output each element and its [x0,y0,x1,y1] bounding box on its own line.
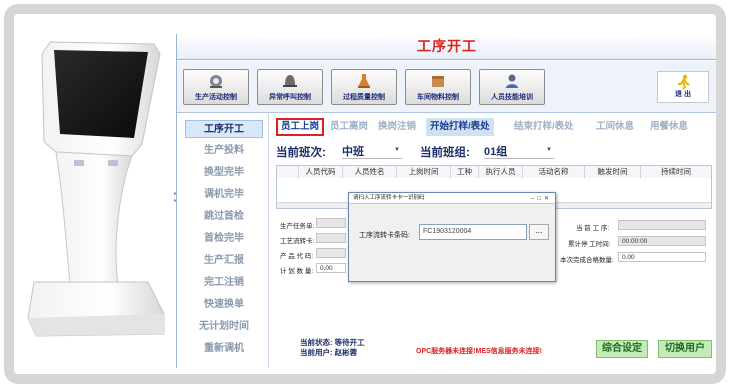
kiosk-terminal-image [27,41,165,337]
group-select[interactable]: 01组 ▼ [484,143,554,159]
toolbar-button-label: 过程质量控制 [343,94,385,101]
sidebar-item-readjust[interactable]: 重新调机 [185,340,263,358]
grid-header[interactable]: 人员姓名 [343,166,397,178]
screenshot-frame: ▸▸ 工序开工 生产活动控制 异常呼叫控制 过程质量控制 [4,4,726,384]
current-state-text: 当前状态: 等待开工 [300,338,365,347]
grid-header[interactable]: 执行人员 [479,166,523,178]
current-group-label: 当前班组: [420,147,470,159]
tab-end-sampling[interactable]: 结束打样/表处 [514,118,574,136]
production-control-button[interactable]: 生产活动控制 [183,69,249,105]
settings-button[interactable]: 综合设定 [596,340,648,358]
maximize-icon[interactable]: □ [537,196,544,202]
grid-header[interactable]: 工种 [451,166,479,178]
tab-employee-on-duty[interactable]: 员工上岗 [276,118,325,136]
flow-card-field[interactable] [316,233,346,243]
toolbar-button-label: 人员技能培训 [491,94,533,101]
flow-card-barcode-input[interactable]: FC1903120004 [419,224,527,240]
sidebar-item-skip-first-inspection[interactable]: 跳过首检 [185,208,263,226]
tab-work-break[interactable]: 工间休息 [596,118,634,136]
tab-start-sampling[interactable]: 开始打样/表处 [426,118,494,136]
worker-icon [506,74,518,88]
sidebar-item-changeover-done[interactable]: 换型完毕 [185,164,263,182]
exception-call-button[interactable]: 异常呼叫控制 [257,69,323,105]
sidebar-item-feed-material[interactable]: 生产投料 [185,142,263,160]
grid-header[interactable]: 人员代码 [299,166,343,178]
sidebar-item-unplanned-time[interactable]: 无计划时间 [185,318,263,336]
grid-header[interactable]: 持续时间 [641,166,711,178]
current-process-field[interactable] [618,220,706,230]
screenshot-canvas: ▸▸ 工序开工 生产活动控制 异常呼叫控制 过程质量控制 [14,14,716,374]
plan-quantity-field[interactable]: 0.00 [316,263,346,273]
sidebar-item-first-inspection-done[interactable]: 首检完毕 [185,230,263,248]
connection-warning: OPC服务器未连接!MES信息服务未连接! [416,348,542,355]
running-man-icon [678,74,690,90]
current-user-text: 当前用户: 赵彬蓉 [300,348,358,357]
tab-employee-off-duty[interactable]: 员工离岗 [330,118,368,136]
toolbar: 生产活动控制 异常呼叫控制 过程质量控制 车间物料控制 人员技能培训 退 出 [177,61,716,113]
product-code-label: 产 品 代 码: [280,253,314,260]
flow-card-label: 工艺流转卡: [280,238,315,245]
exit-button[interactable]: 退 出 [657,71,709,103]
sidebar-item-quick-order-change[interactable]: 快速换单 [185,296,263,314]
sidebar-item-completion-cancel[interactable]: 完工注销 [185,274,263,292]
browse-button[interactable]: ... [529,224,549,240]
skill-training-button[interactable]: 人员技能培训 [479,69,545,105]
alarm-bell-icon [283,75,297,87]
dialog-title: 请扫入工序流转卡卡一识别码 –□✕ [349,193,555,204]
chevron-down-icon: ▼ [546,147,552,153]
exit-button-label: 退 出 [675,91,691,98]
box-icon [432,76,444,87]
window-controls: –□✕ [531,194,552,205]
task-order-label: 生产任务单: [280,223,315,230]
tab-shift-change-cancel[interactable]: 换岗注销 [378,118,416,136]
status-block: 当前状态: 等待开工 当前用户: 赵彬蓉 [300,338,365,358]
close-icon[interactable]: ✕ [544,196,552,202]
shift-select-value: 中班 [342,146,364,158]
task-order-field[interactable] [316,218,346,228]
quality-control-button[interactable]: 过程质量控制 [331,69,397,105]
current-process-label: 当 前 工 序: [576,225,610,232]
gear-robot-icon [210,75,222,88]
window-title: 工序开工 [417,39,477,55]
switch-user-button[interactable]: 切换用户 [658,340,712,358]
sidebar-item-production-report[interactable]: 生产汇报 [185,252,263,270]
current-shift-label: 当前班次: [276,147,326,159]
pass-quantity-field[interactable]: 0.00 [618,252,706,262]
flow-card-barcode-label: 工序流转卡条码: [359,232,410,239]
plan-quantity-label: 计 划 数 量: [280,268,314,275]
sidebar-item-adjustment-done[interactable]: 调机完毕 [185,186,263,204]
grid-header[interactable]: 上岗时间 [397,166,451,178]
group-select-value: 01组 [484,146,508,158]
grid-header[interactable]: 活动名称 [523,166,585,178]
product-code-field[interactable] [316,248,346,258]
sidebar-item-start-process[interactable]: 工序开工 [185,120,263,138]
cumulative-downtime-field[interactable]: 00:00:00 [618,236,706,246]
dialog-title-text: 请扫入工序流转卡卡一识别码 [353,195,425,201]
tab-meal-break[interactable]: 用餐休息 [650,118,688,136]
sidebar: 工序开工 生产投料 换型完毕 调机完毕 跳过首检 首检完毕 生产汇报 完工注销 … [177,114,269,368]
scan-flow-card-dialog: 请扫入工序流转卡卡一识别码 –□✕ 工序流转卡条码: FC1903120004 … [348,192,556,282]
title-bar: 工序开工 [177,34,716,60]
toolbar-button-label: 生产活动控制 [195,94,237,101]
grid-corner [277,166,299,178]
material-control-button[interactable]: 车间物料控制 [405,69,471,105]
cumulative-downtime-label: 累计停 工时间: [568,241,611,248]
grid-header[interactable]: 触发时间 [585,166,641,178]
shift-select[interactable]: 中班 ▼ [342,143,402,159]
chevron-down-icon: ▼ [394,147,400,153]
pass-quantity-label: 本次完成合格数量: [560,257,614,264]
toolbar-button-label: 车间物料控制 [417,94,459,101]
flask-icon [358,74,370,88]
toolbar-button-label: 异常呼叫控制 [269,94,311,101]
